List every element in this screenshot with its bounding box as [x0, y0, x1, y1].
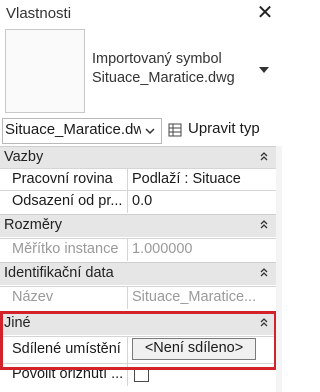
property-key: Pracovní rovina — [12, 171, 113, 187]
property-row-pracovni-rovina: Pracovní rovina Podlaží : Situace — [0, 168, 276, 191]
instance-combobox-value: Situace_Maratice.dwg — [5, 121, 141, 138]
chevron-down-icon[interactable] — [258, 64, 270, 76]
property-key: Odsazení od pr... — [12, 193, 123, 209]
property-value[interactable]: 0.0 — [132, 193, 274, 209]
property-row-nazev: Název Situace_Maratice... — [0, 286, 276, 309]
collapse-icon[interactable] — [258, 218, 270, 230]
property-value: Situace_Maratice... — [132, 289, 257, 305]
group-label: Rozměry — [4, 217, 63, 233]
instance-combobox[interactable]: Situace_Maratice.dwg — [2, 118, 162, 144]
property-value[interactable]: Podlaží : Situace — [132, 171, 274, 187]
properties-panel: Vlastnosti ✕ Importovaný symbol Situace_… — [0, 0, 282, 392]
collapse-icon[interactable] — [258, 150, 270, 162]
group-label: Vazby — [4, 149, 44, 165]
property-key: Název — [12, 289, 54, 305]
panel-title: Vlastnosti — [6, 5, 72, 22]
property-row-meritko: Měřítko instance 1.000000 — [0, 238, 276, 261]
property-row-odsazeni: Odsazení od pr... 0.0 — [0, 190, 276, 213]
chevron-down-icon[interactable] — [144, 125, 156, 137]
edit-type-icon — [168, 123, 182, 137]
group-header-identifikacni-data[interactable]: Identifikační data — [0, 262, 276, 285]
group-label: Identifikační data — [4, 265, 114, 281]
close-icon[interactable]: ✕ — [254, 1, 276, 25]
type-preview-image — [5, 29, 85, 113]
group-header-vazby[interactable]: Vazby — [0, 146, 276, 169]
collapse-icon[interactable] — [258, 266, 270, 278]
type-name: Importovaný symbol Situace_Maratice.dwg — [92, 51, 235, 86]
scrollbar[interactable] — [276, 146, 282, 392]
panel-titlebar: Vlastnosti ✕ — [0, 0, 282, 28]
highlight-frame — [0, 311, 277, 370]
type-selector[interactable]: Importovaný symbol Situace_Maratice.dwg — [0, 28, 282, 114]
edit-type-label: Upravit typ — [188, 120, 260, 137]
property-value: 1.000000 — [132, 241, 193, 257]
instance-selector-row: Situace_Maratice.dwg Upravit typ — [0, 116, 282, 146]
property-key: Měřítko instance — [12, 241, 119, 257]
group-header-rozmery[interactable]: Rozměry — [0, 214, 276, 237]
edit-type-button[interactable]: Upravit typ — [166, 118, 280, 142]
